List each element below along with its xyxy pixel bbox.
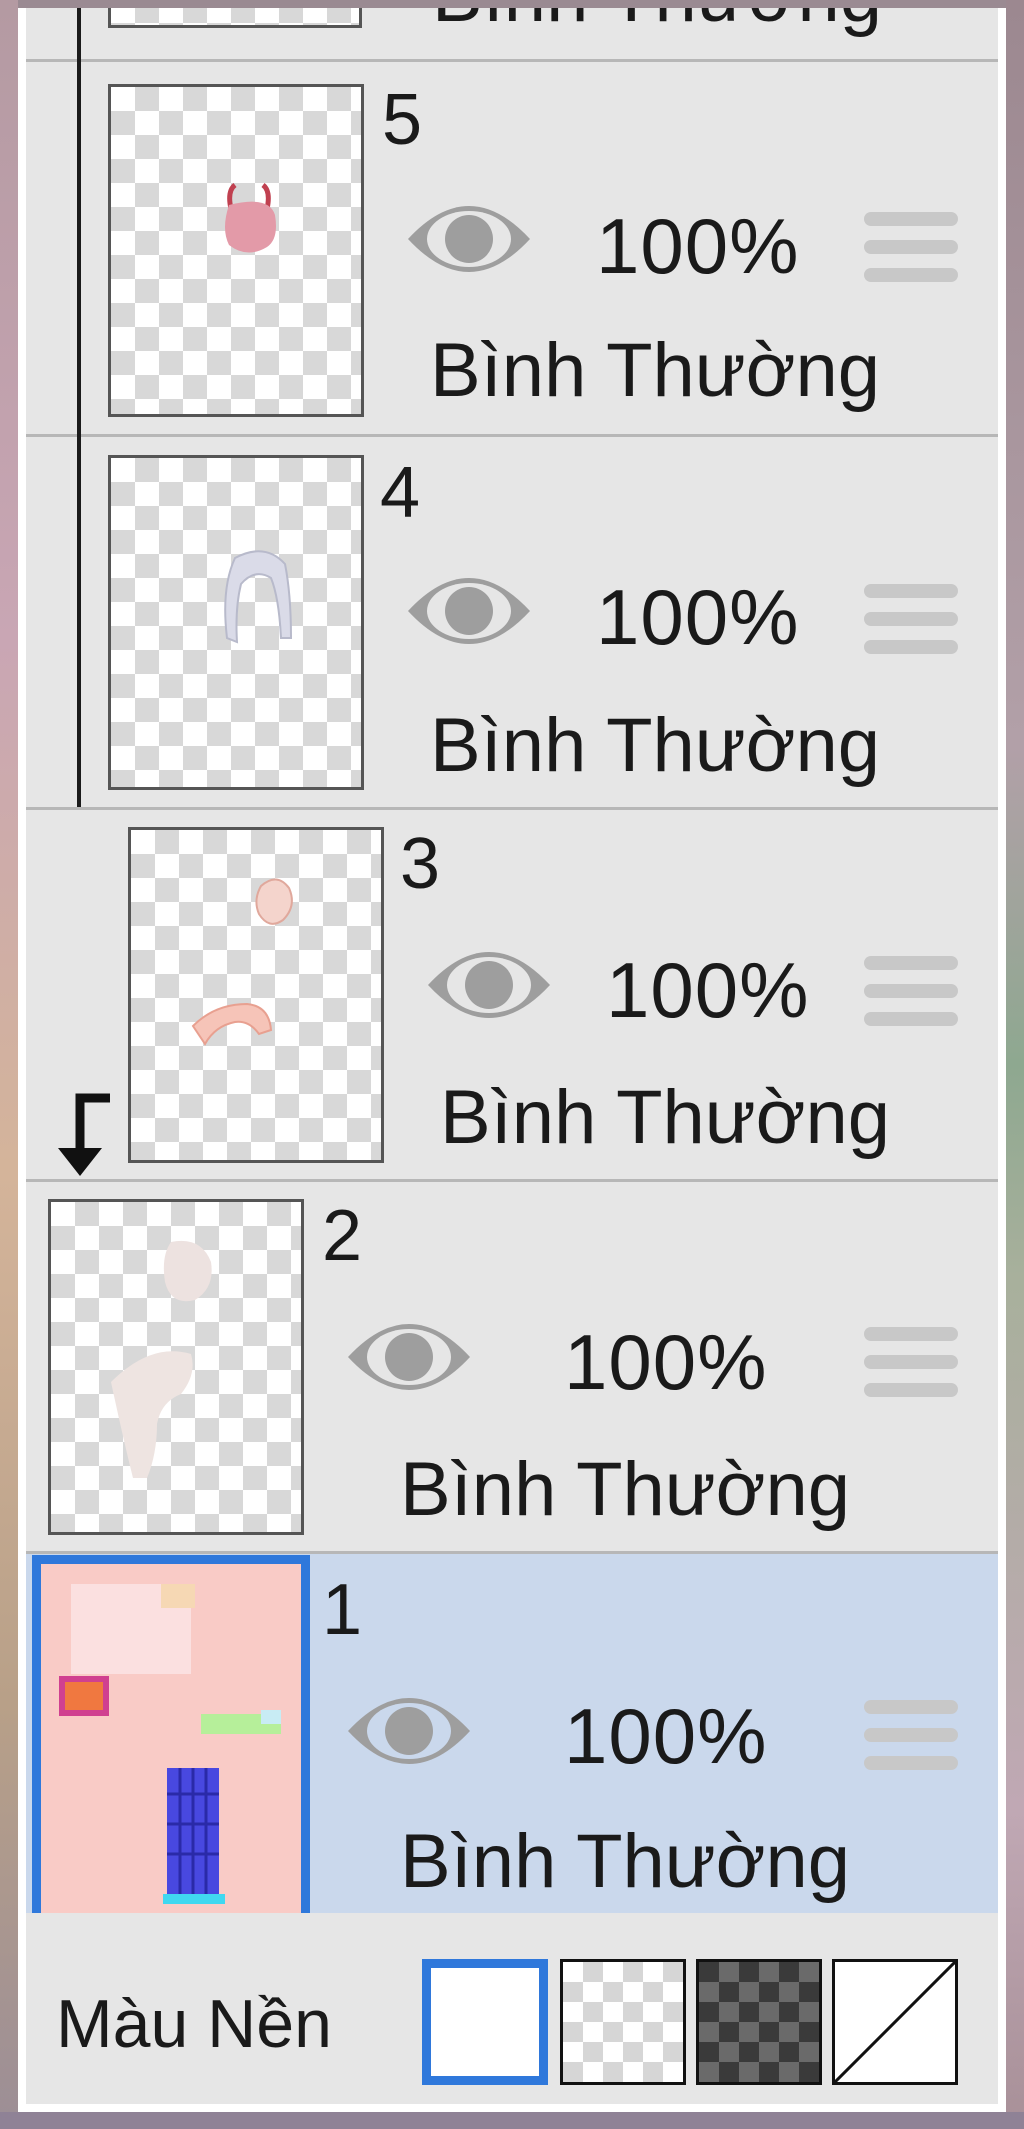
layer-opacity[interactable]: 100% bbox=[606, 951, 810, 1029]
layer-opacity[interactable]: 100% bbox=[564, 1323, 768, 1401]
layer-content-room bbox=[41, 1564, 301, 1914]
clipping-line bbox=[77, 62, 81, 437]
layer-thumbnail[interactable] bbox=[48, 1199, 304, 1535]
layer-blend-mode[interactable]: Bình Thường bbox=[400, 1452, 850, 1528]
layer-panel: Bình Thường 5 100% Bình Thường 4 bbox=[18, 8, 1006, 2112]
layer-opacity[interactable]: 100% bbox=[596, 207, 800, 285]
clipping-line bbox=[77, 437, 81, 807]
layer-list[interactable]: Bình Thường 5 100% Bình Thường 4 bbox=[26, 8, 998, 2104]
background-swatch-transparent-dark[interactable] bbox=[696, 1959, 822, 2085]
background-swatch-transparent-light[interactable] bbox=[560, 1959, 686, 2085]
layer-number: 4 bbox=[380, 453, 421, 533]
layer-row-4[interactable]: 4 100% Bình Thường bbox=[26, 437, 998, 810]
background-swatch-none[interactable] bbox=[832, 1959, 958, 2085]
layer-row-6[interactable]: Bình Thường bbox=[26, 8, 998, 62]
background-swatch-white[interactable] bbox=[422, 1959, 548, 2085]
layer-content-face bbox=[191, 878, 293, 1046]
drag-handle-icon[interactable] bbox=[864, 1327, 958, 1397]
layer-row-3[interactable]: 3 100% Bình Thường bbox=[26, 810, 998, 1182]
layer-thumbnail[interactable] bbox=[128, 827, 384, 1163]
layer-row-1[interactable]: 1 100% Bình Thường bbox=[26, 1554, 998, 1924]
background-left bbox=[0, 0, 18, 2129]
drag-handle-icon[interactable] bbox=[864, 212, 958, 282]
layer-blend-mode[interactable]: Bình Thường bbox=[400, 1824, 850, 1900]
layer-row-5[interactable]: 5 100% Bình Thường bbox=[26, 62, 998, 437]
eye-icon[interactable] bbox=[404, 571, 534, 651]
background-right bbox=[1006, 0, 1024, 2129]
drag-handle-icon[interactable] bbox=[864, 584, 958, 654]
clipping-line bbox=[77, 8, 81, 62]
layer-row-2[interactable]: 2 100% Bình Thường bbox=[26, 1182, 998, 1554]
layer-thumbnail[interactable] bbox=[108, 8, 362, 28]
layer-content-hair bbox=[224, 550, 293, 644]
diagonal-slash-icon bbox=[835, 1962, 955, 2082]
layer-blend-mode[interactable]: Bình Thường bbox=[430, 333, 880, 409]
layer-blend-mode[interactable]: Bình Thường bbox=[430, 708, 880, 784]
eye-icon[interactable] bbox=[404, 199, 534, 279]
background-bottom bbox=[0, 2112, 1024, 2129]
layer-thumbnail[interactable] bbox=[32, 1555, 310, 1923]
eye-icon[interactable] bbox=[344, 1691, 474, 1771]
layer-content-top bbox=[225, 183, 276, 253]
eye-icon[interactable] bbox=[344, 1317, 474, 1397]
clip-arrow-icon bbox=[58, 1093, 110, 1176]
layer-thumbnail[interactable] bbox=[108, 84, 364, 417]
layer-opacity[interactable]: 100% bbox=[564, 1697, 768, 1775]
layer-thumbnail[interactable] bbox=[108, 455, 364, 790]
layer-blend-mode[interactable]: Bình Thường bbox=[440, 1080, 890, 1156]
layer-number: 5 bbox=[382, 80, 423, 160]
eye-icon[interactable] bbox=[424, 945, 554, 1025]
background-color-bar: Màu Nền bbox=[26, 1913, 998, 2104]
background-color-label: Màu Nền bbox=[56, 1986, 332, 2062]
drag-handle-icon[interactable] bbox=[864, 1700, 958, 1770]
layer-number: 1 bbox=[322, 1570, 363, 1650]
layer-blend-mode[interactable]: Bình Thường bbox=[432, 8, 882, 34]
layer-content-skin bbox=[111, 1240, 212, 1478]
drag-handle-icon[interactable] bbox=[864, 956, 958, 1026]
layer-opacity[interactable]: 100% bbox=[596, 578, 800, 656]
layer-number: 3 bbox=[400, 824, 441, 904]
layer-number: 2 bbox=[322, 1196, 363, 1276]
